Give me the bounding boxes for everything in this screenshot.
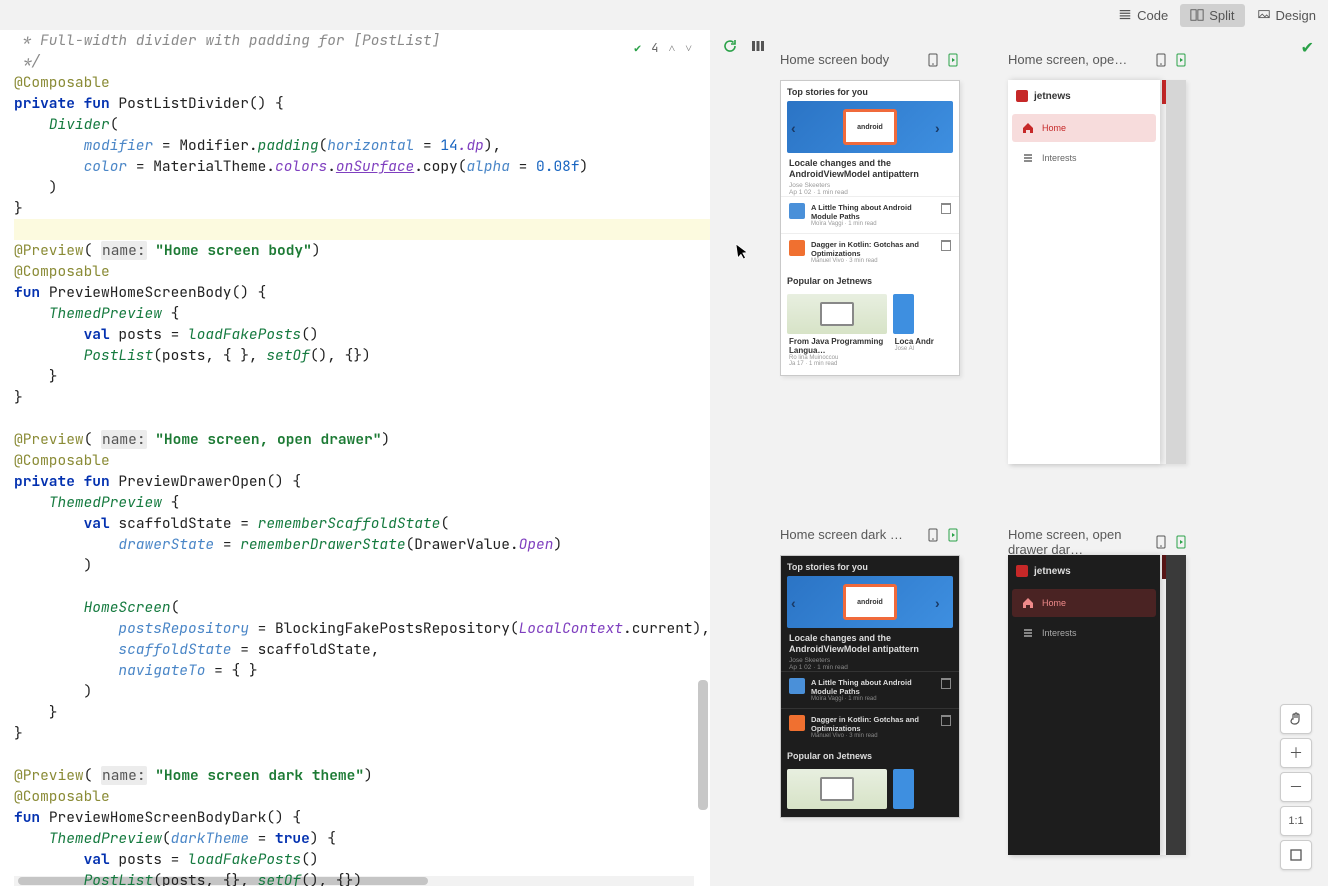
- home-icon: [1022, 597, 1034, 609]
- next-highlight-icon[interactable]: ˅: [685, 38, 692, 59]
- home-icon: [1022, 122, 1034, 134]
- preview-home-screen-dark[interactable]: Home screen dark … Top stories for you ‹…: [780, 555, 960, 886]
- view-mode-toolbar: Code Split Design: [0, 0, 1328, 31]
- hand-icon: [1288, 711, 1304, 727]
- settings-icon[interactable]: [750, 38, 766, 54]
- check-icon: ✔: [634, 38, 641, 59]
- drawer-scrim: [1166, 555, 1186, 855]
- prev-highlight-icon[interactable]: ˄: [668, 38, 675, 59]
- warnings-count: 4: [651, 38, 658, 59]
- view-code-label: Code: [1137, 8, 1168, 23]
- bookmark-icon: [941, 240, 951, 251]
- view-split-button[interactable]: Split: [1180, 4, 1244, 27]
- hero-brand: android: [843, 584, 897, 620]
- chevron-right-icon: ›: [935, 120, 949, 134]
- drawer-panel: jetnews Home Interests: [1008, 555, 1160, 855]
- deploy-icon[interactable]: [926, 528, 940, 542]
- interactive-icon[interactable]: [1174, 53, 1188, 67]
- hero-image: ‹ android ›: [787, 101, 953, 153]
- zoom-reset-button[interactable]: 1:1: [1280, 806, 1312, 836]
- chevron-left-icon: ‹: [791, 120, 805, 134]
- bookmark-icon: [941, 715, 951, 726]
- drawer-item-interests: Interests: [1012, 619, 1156, 647]
- deploy-icon[interactable]: [1154, 53, 1168, 67]
- headline: Locale changes and the AndroidViewModel …: [781, 153, 959, 182]
- preview-home-screen-body[interactable]: Home screen body Top stories for you ‹ a…: [780, 80, 960, 495]
- editor-gutter: [0, 30, 14, 886]
- view-split-label: Split: [1209, 8, 1234, 23]
- thumb-icon: [789, 240, 805, 256]
- logo-icon: [1016, 565, 1028, 577]
- logo-icon: [1016, 90, 1028, 102]
- code-editor[interactable]: ✔ 4 ˄ ˅ * Full-width divider with paddin…: [0, 30, 710, 886]
- bookmark-icon: [941, 203, 951, 214]
- chevron-left-icon: ‹: [791, 595, 805, 609]
- preview-device: jetnews Home Interests: [1008, 80, 1186, 464]
- card: Loca Andr Jose Al: [893, 294, 953, 367]
- view-code-button[interactable]: Code: [1108, 4, 1178, 27]
- split-icon: [1190, 8, 1204, 22]
- list-icon: [1022, 152, 1034, 164]
- list-item: Dagger in Kotlin: Gotchas and Optimizati…: [781, 233, 959, 270]
- thumb-icon: [789, 715, 805, 731]
- list-icon: [1022, 627, 1034, 639]
- zoom-out-button[interactable]: －: [1280, 772, 1312, 802]
- design-icon: [1257, 8, 1271, 22]
- interactive-icon[interactable]: [946, 528, 960, 542]
- code-content[interactable]: * Full-width divider with padding for [P…: [14, 30, 710, 886]
- drawer-item-home: Home: [1012, 114, 1156, 142]
- deploy-icon[interactable]: [1154, 535, 1168, 549]
- drawer-item-interests: Interests: [1012, 144, 1156, 172]
- bookmark-icon: [941, 678, 951, 689]
- preview-title-label: Home screen, ope…: [1008, 52, 1127, 67]
- interactive-icon[interactable]: [946, 53, 960, 67]
- drawer-item-home: Home: [1012, 589, 1156, 617]
- section-title: Top stories for you: [781, 81, 959, 101]
- preview-home-screen-drawer[interactable]: Home screen, ope… jetnews: [1008, 80, 1188, 495]
- zoom-fit-button[interactable]: [1280, 840, 1312, 870]
- hero-brand: android: [843, 109, 897, 145]
- list-icon: [1118, 8, 1132, 22]
- preview-device: jetnews Home Interests: [1008, 555, 1186, 855]
- inspection-widget[interactable]: ✔ 4 ˄ ˅: [634, 38, 692, 59]
- drawer-panel: jetnews Home Interests: [1008, 80, 1160, 464]
- view-design-label: Design: [1276, 8, 1316, 23]
- deploy-icon[interactable]: [926, 53, 940, 67]
- mouse-cursor-icon: [735, 241, 751, 261]
- preview-title-label: Home screen dark …: [780, 527, 903, 542]
- refresh-icon[interactable]: [722, 38, 738, 54]
- preview-status-ok-icon: ✔: [1301, 38, 1314, 58]
- preview-toolbar: [722, 38, 766, 54]
- preview-device: Top stories for you ‹ android › Locale c…: [780, 80, 960, 376]
- chevron-right-icon: ›: [935, 595, 949, 609]
- preview-home-screen-drawer-dark[interactable]: Home screen, open drawer dar… jetnews: [1008, 555, 1188, 886]
- pan-button[interactable]: [1280, 704, 1312, 734]
- hero-image: ‹ android ›: [787, 576, 953, 628]
- preview-title-label: Home screen body: [780, 52, 889, 67]
- section-title: Popular on Jetnews: [781, 270, 959, 290]
- thumb-icon: [789, 678, 805, 694]
- zoom-controls: ＋ － 1:1: [1280, 704, 1312, 870]
- card: From Java Programming Langua… Ro lina Mu…: [787, 294, 887, 367]
- compose-preview-pane: ✔ Home screen body Top stories for you ‹: [710, 30, 1328, 886]
- preview-device: Top stories for you ‹ android › Locale c…: [780, 555, 960, 818]
- zoom-in-button[interactable]: ＋: [1280, 738, 1312, 768]
- drawer-scrim: [1166, 80, 1186, 464]
- list-item: A Little Thing about Android Module Path…: [781, 196, 959, 233]
- view-design-button[interactable]: Design: [1247, 4, 1326, 27]
- thumb-icon: [789, 203, 805, 219]
- preview-title-label: Home screen, open drawer dar…: [1008, 527, 1146, 557]
- interactive-icon[interactable]: [1174, 535, 1188, 549]
- fit-icon: [1288, 847, 1304, 863]
